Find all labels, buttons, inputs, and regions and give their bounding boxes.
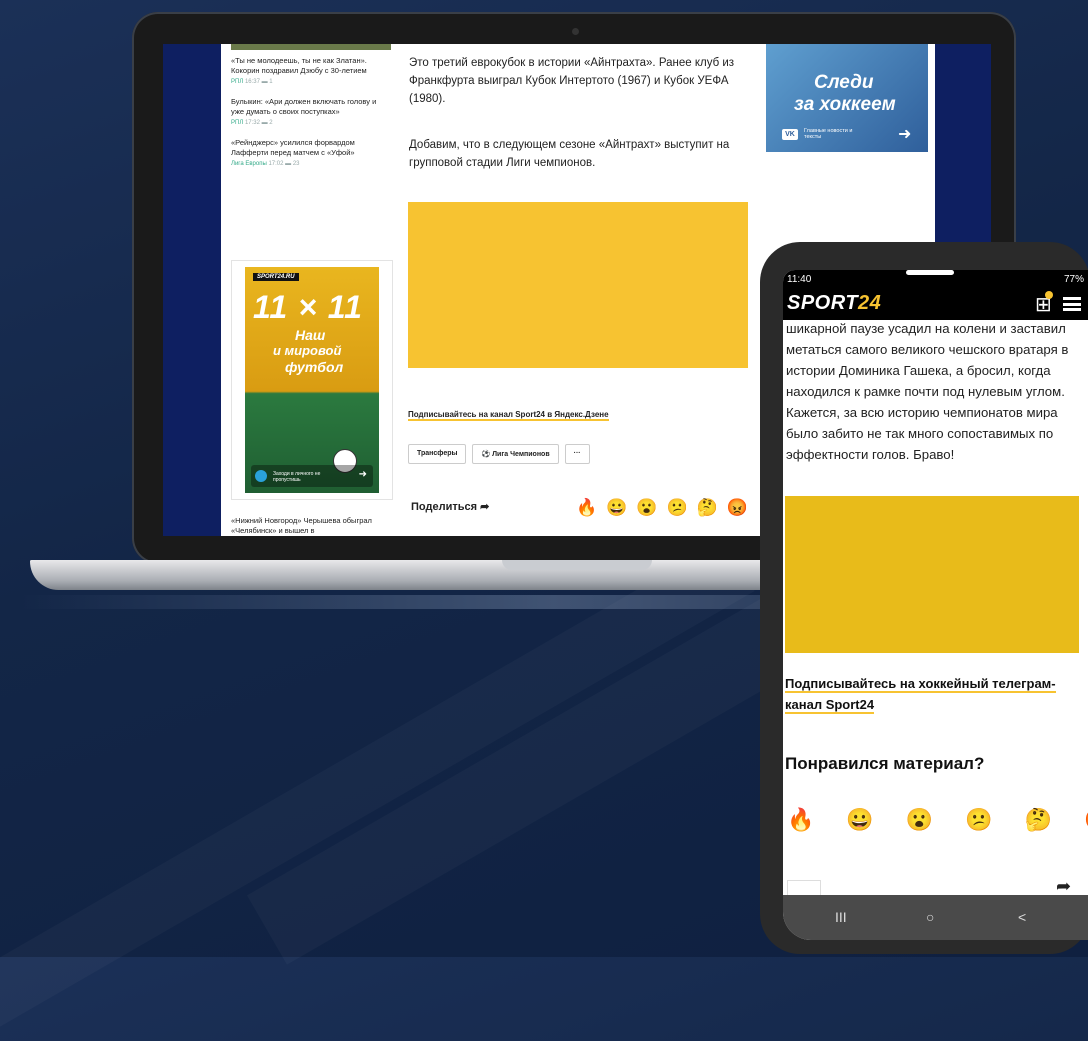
promo-line: Наш (295, 327, 326, 343)
surprised-reaction-icon[interactable]: 😮 (636, 498, 657, 518)
reaction-bar: 🔥 😀 😮 😕 🤔 😡 (787, 807, 1088, 833)
vk-icon: VK (782, 129, 798, 140)
tag-chip[interactable]: Трансферы (408, 444, 467, 464)
home-button[interactable]: ○ (926, 909, 934, 925)
side-news-item[interactable]: «Рейнджерс» усилился форвардом Лафферти … (231, 138, 391, 169)
app-header: SPORT24 ⊞ (783, 288, 1088, 320)
surprised-reaction-icon[interactable]: 😮 (906, 807, 933, 833)
promo-cta-text: Заходи в личного не пропустишь (273, 471, 321, 483)
laptop-notch (502, 560, 652, 570)
phone-screen: 11:40 77% SPORT24 ⊞ шикарной паузе усади… (783, 270, 1088, 940)
side-news-item[interactable]: «Ты не молодеешь, ты не как Златан». Кок… (231, 56, 391, 87)
article-paragraph: Добавим, что в следующем сезоне «Айнтрах… (409, 139, 730, 169)
share-icon[interactable]: ➦ (1056, 876, 1071, 897)
promo-image[interactable]: SPORT24.RU 11 × 11 Наш и мировой футбол … (245, 267, 379, 493)
confused-reaction-icon[interactable]: 😕 (667, 498, 688, 518)
side-news-title[interactable]: «Рейнджерс» усилился форвардом Лафферти … (231, 138, 391, 158)
laptop-camera (572, 28, 579, 35)
ad-placeholder[interactable] (785, 496, 1079, 653)
vk-hockey-ad[interactable]: Следи за хоккеем VK Главные новости и те… (766, 44, 928, 152)
news-comments: 23 (292, 161, 300, 167)
confused-reaction-icon[interactable]: 😕 (965, 807, 992, 833)
promo-cta[interactable]: Заходи в личного не пропустишь ➜ (251, 465, 373, 487)
side-news-title[interactable]: «Ты не молодеешь, ты не как Златан». Кок… (231, 56, 391, 76)
ad-headline: Следи (814, 72, 874, 93)
angry-reaction-icon[interactable]: 😡 (727, 498, 748, 518)
smile-reaction-icon[interactable]: 😀 (606, 498, 627, 518)
logo-text: SPORT (787, 292, 859, 314)
news-meta: РПЛ 17:32 ▬ 2 (231, 120, 273, 126)
status-time: 11:40 (787, 274, 812, 285)
thinking-reaction-icon[interactable]: 🤔 (697, 498, 718, 518)
smile-reaction-icon[interactable]: 😀 (846, 807, 873, 833)
side-news-list: «Ты не молодеешь, ты не как Златан». Кок… (231, 44, 391, 179)
side-news-item[interactable]: «Нижний Новгород» Черышева обыграл «Челя… (231, 516, 391, 536)
battery-level: 77% (1063, 274, 1084, 285)
news-tag[interactable]: Лига Европы (231, 161, 267, 167)
fire-reaction-icon[interactable]: 🔥 (787, 807, 814, 833)
arrow-icon: ➜ (898, 126, 912, 143)
more-tags-button[interactable]: ··· (564, 444, 590, 464)
reaction-heading: Понравился материал? (785, 754, 985, 773)
news-time: 17:02 (268, 161, 284, 167)
logo-number: 24 (858, 292, 882, 314)
fire-reaction-icon[interactable]: 🔥 (576, 498, 597, 518)
arrow-icon: ➜ (358, 469, 367, 480)
promo-headline: 11 × 11 (253, 289, 363, 325)
article-text: шикарной паузе усадил на колени и застав… (786, 321, 1069, 462)
side-news-title[interactable]: Булыкин: «Ари должен включать голову и у… (231, 97, 391, 117)
promo-line: футбол (285, 359, 344, 375)
subscribe-link[interactable]: Подписывайтесь на хоккейный телеграм-кан… (785, 673, 1075, 715)
promo-line: и мировой (273, 343, 342, 358)
status-bar: 11:40 77% (783, 270, 1088, 288)
news-thumbnail (231, 44, 391, 50)
subscribe-link-text[interactable]: Подписывайтесь на хоккейный телеграм-кан… (785, 676, 1056, 714)
news-meta: РПЛ 16:37 ▬ 1 (231, 79, 273, 85)
speaker-pill (906, 270, 954, 275)
telegram-icon (255, 470, 267, 482)
ad-subtext: Главные новости и тексты (804, 128, 853, 140)
ad-placeholder[interactable] (408, 202, 748, 368)
article-paragraph: Это третий еврокубок в истории «Айнтрахт… (409, 57, 735, 105)
news-tag[interactable]: РПЛ (231, 79, 243, 85)
back-button[interactable]: < (1018, 909, 1026, 925)
side-news-item[interactable]: Булыкин: «Ари должен включать голову и у… (231, 97, 391, 128)
background-stripe (0, 539, 755, 1041)
ad-headline: за хоккеем (794, 94, 896, 115)
angry-reaction-icon[interactable]: 😡 (1084, 807, 1088, 833)
news-time: 17:32 (244, 120, 260, 126)
recent-apps-button[interactable]: III (835, 909, 847, 925)
android-nav-bar: III ○ < (783, 895, 1088, 940)
thinking-reaction-icon[interactable]: 🤔 (1025, 807, 1052, 833)
news-meta: Лига Европы 17:02 ▬ 23 (231, 161, 300, 167)
subscribe-link[interactable]: Подписывайтесь на канал Sport24 в Яндекс… (408, 410, 609, 421)
hamburger-menu-icon[interactable] (1063, 297, 1081, 311)
news-comments: 2 (269, 120, 273, 126)
promo-brand: SPORT24.RU (253, 273, 299, 281)
news-tag[interactable]: РПЛ (231, 120, 243, 126)
tag-list: Трансферы ⚽ Лига Чемпионов ··· (408, 444, 590, 464)
reaction-bar: 🔥 😀 😮 😕 🤔 😡 (576, 498, 748, 518)
sport24-logo[interactable]: SPORT24 (787, 292, 881, 315)
news-time: 16:37 (244, 79, 260, 85)
tag-chip[interactable]: ⚽ Лига Чемпионов (472, 444, 559, 464)
news-comments: 1 (269, 79, 273, 85)
notification-dot (1045, 291, 1053, 299)
gift-icon[interactable]: ⊞ (1035, 291, 1053, 317)
share-button[interactable]: Поделиться ➦ (411, 500, 489, 513)
promo-banner[interactable]: SPORT24.RU 11 × 11 Наш и мировой футбол … (231, 260, 393, 500)
